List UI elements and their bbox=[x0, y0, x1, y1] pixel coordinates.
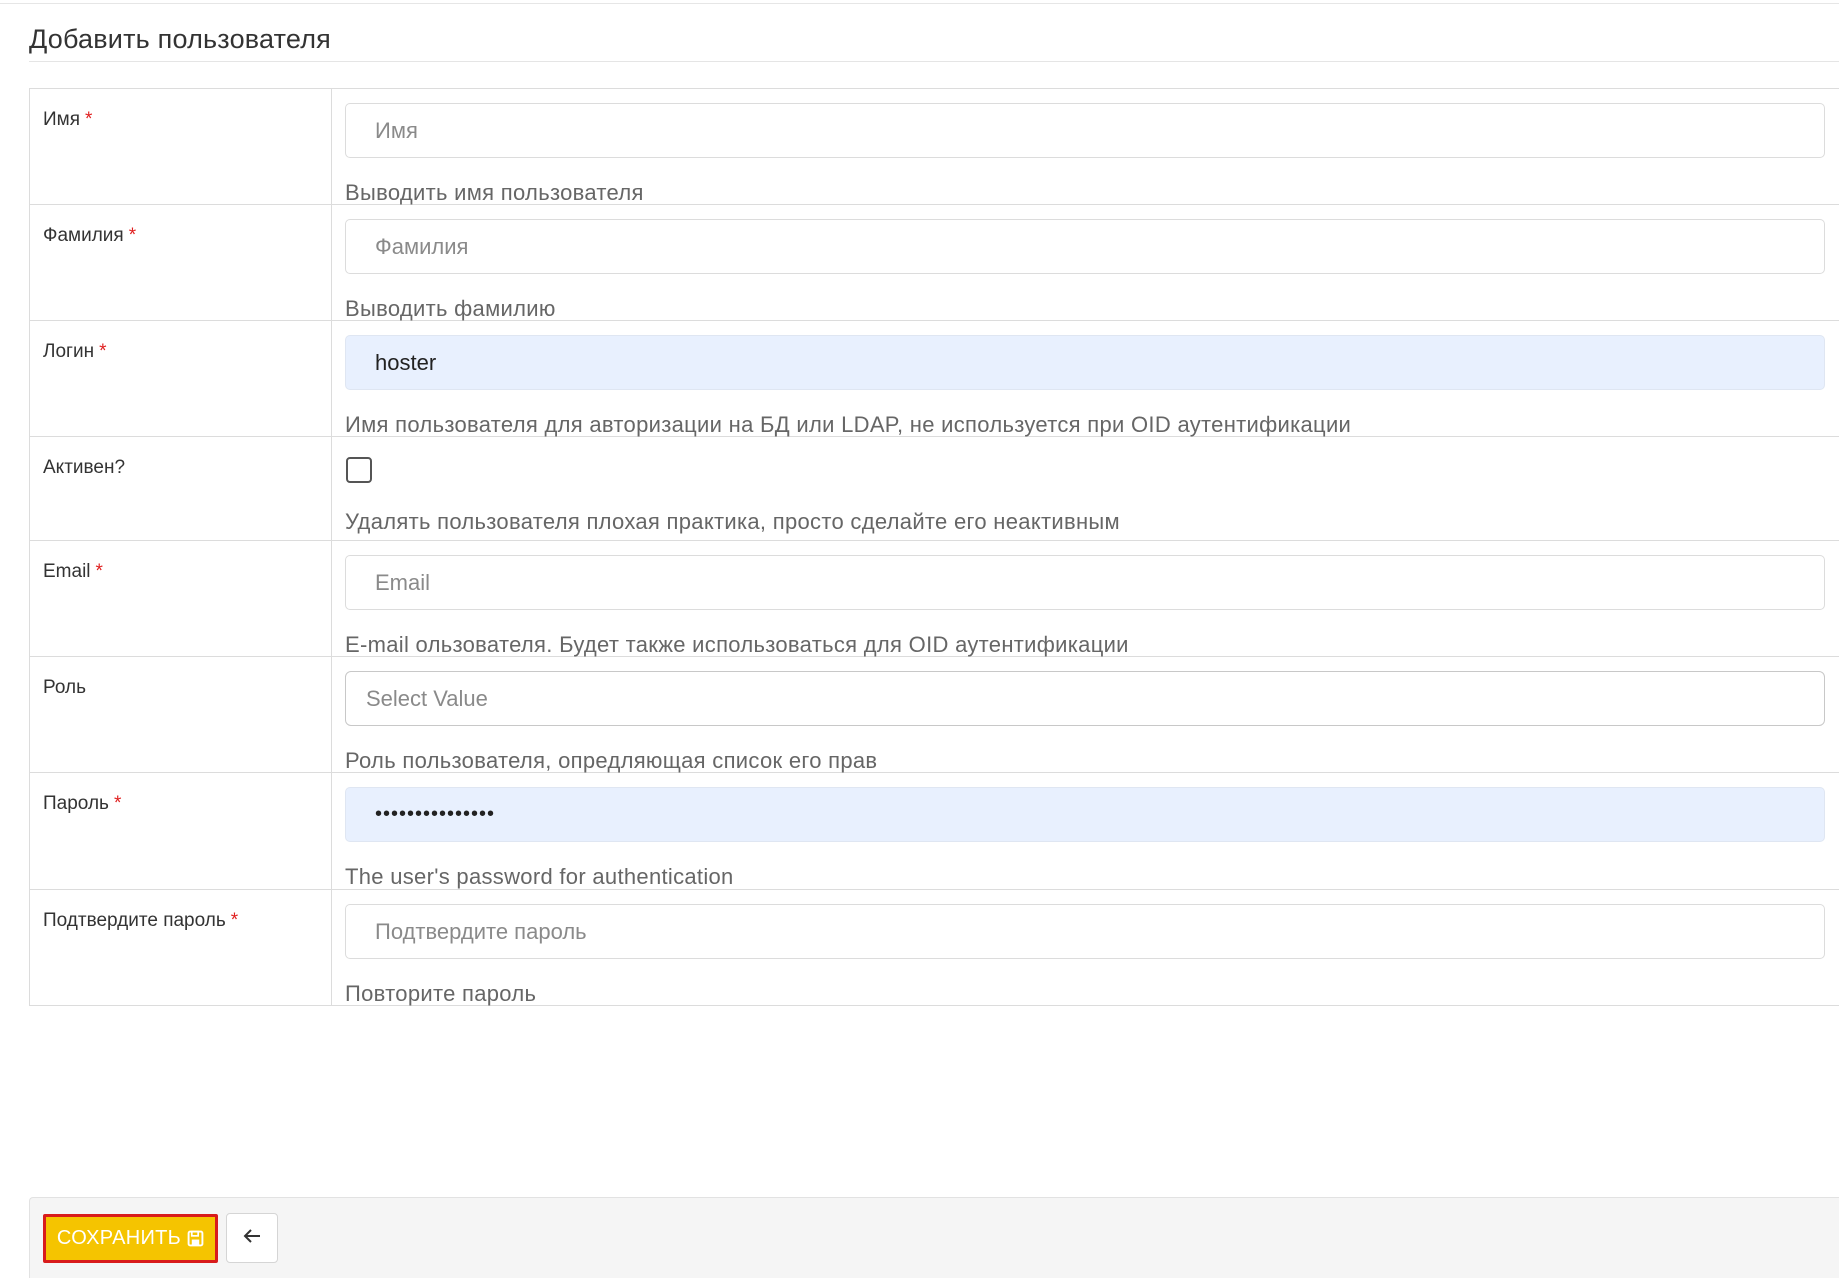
confirm-password-help: Повторите пароль bbox=[345, 981, 537, 1006]
label-text: Роль bbox=[43, 677, 86, 698]
required-mark: * bbox=[230, 910, 239, 931]
email-input[interactable] bbox=[345, 555, 1825, 610]
role-select-placeholder: Select Value bbox=[366, 685, 488, 711]
password-help: The user's password for authentication bbox=[345, 864, 734, 889]
active-checkbox[interactable] bbox=[346, 457, 372, 483]
label-text: Email bbox=[43, 561, 91, 582]
field-cell-login: Имя пользователя для авторизации на БД и… bbox=[332, 321, 1839, 437]
arrow-left-icon bbox=[242, 1228, 262, 1249]
label-text: Имя bbox=[43, 109, 81, 130]
field-label-first-name: Имя * bbox=[30, 89, 332, 204]
form-row-confirm-password: Подтвердите пароль* Повторите пароль bbox=[30, 890, 1839, 1006]
email-help: E-mail ользователя. Будет также использо… bbox=[345, 632, 1129, 657]
page-title: Добавить пользователя bbox=[29, 24, 332, 54]
field-label-confirm-password: Подтвердите пароль * bbox=[30, 890, 332, 1005]
required-mark: * bbox=[99, 341, 107, 362]
last-name-input[interactable] bbox=[345, 219, 1825, 274]
required-mark: * bbox=[113, 793, 122, 814]
form-row-first-name: Имя* Выводить имя пользователя bbox=[30, 89, 1839, 205]
field-cell-email: E-mail ользователя. Будет также использо… bbox=[332, 541, 1839, 657]
back-button[interactable] bbox=[226, 1213, 278, 1263]
field-cell-last-name: Выводить фамилию bbox=[332, 205, 1839, 321]
field-label-password: Пароль * bbox=[30, 773, 332, 889]
required-mark: * bbox=[128, 225, 137, 246]
label-text: Активен? bbox=[43, 457, 126, 478]
label-text: Логин bbox=[43, 341, 95, 362]
form-actions-bar: СОХРАНИТЬ bbox=[29, 1197, 1839, 1278]
title-divider bbox=[29, 61, 1839, 62]
field-label-last-name: Фамилия * bbox=[30, 205, 332, 320]
form-row-active: Активен? Удалять пользователя плохая пра… bbox=[30, 437, 1839, 541]
field-label-email: Email * bbox=[30, 541, 332, 656]
save-button[interactable]: СОХРАНИТЬ bbox=[43, 1214, 218, 1263]
password-input[interactable] bbox=[345, 787, 1825, 842]
top-divider bbox=[0, 3, 1839, 4]
field-label-active: Активен? bbox=[30, 437, 332, 540]
last-name-help: Выводить фамилию bbox=[345, 296, 556, 321]
required-mark: * bbox=[95, 561, 103, 582]
login-input[interactable] bbox=[345, 335, 1825, 390]
label-text: Подтвердите пароль bbox=[43, 910, 226, 931]
required-mark: * bbox=[85, 109, 93, 130]
first-name-help: Выводить имя пользователя bbox=[345, 180, 644, 205]
field-cell-password: The user's password for authentication bbox=[332, 773, 1839, 889]
confirm-password-input[interactable] bbox=[345, 904, 1825, 959]
role-select[interactable]: Select Value bbox=[345, 671, 1825, 726]
role-help: Роль пользователя, опредляющая список ег… bbox=[345, 748, 878, 773]
floppy-disk-icon bbox=[187, 1230, 204, 1247]
form-row-email: Email* E-mail ользователя. Будет также и… bbox=[30, 541, 1839, 657]
form-row-password: Пароль* The user's password for authenti… bbox=[30, 773, 1839, 890]
field-cell-role: Select Value Роль пользователя, опредляю… bbox=[332, 657, 1839, 773]
form-row-login: Логин* Имя пользователя для авторизации … bbox=[30, 321, 1839, 437]
label-text: Пароль bbox=[43, 793, 109, 814]
label-text: Фамилия bbox=[43, 225, 124, 246]
field-cell-first-name: Выводить имя пользователя bbox=[332, 89, 1839, 205]
field-cell-confirm-password: Повторите пароль bbox=[332, 890, 1839, 1006]
login-help: Имя пользователя для авторизации на БД и… bbox=[345, 412, 1352, 437]
form-row-role: Роль Select Value Роль пользователя, опр… bbox=[30, 657, 1839, 773]
first-name-input[interactable] bbox=[345, 103, 1825, 158]
field-label-role: Роль bbox=[30, 657, 332, 772]
field-label-login: Логин * bbox=[30, 321, 332, 436]
field-cell-active: Удалять пользователя плохая практика, пр… bbox=[332, 437, 1839, 540]
save-button-label: СОХРАНИТЬ bbox=[56, 1227, 182, 1249]
active-help: Удалять пользователя плохая практика, пр… bbox=[345, 509, 1120, 534]
user-form: Имя* Выводить имя пользователя Фамилия* … bbox=[29, 88, 1839, 1006]
form-row-last-name: Фамилия* Выводить фамилию bbox=[30, 205, 1839, 321]
